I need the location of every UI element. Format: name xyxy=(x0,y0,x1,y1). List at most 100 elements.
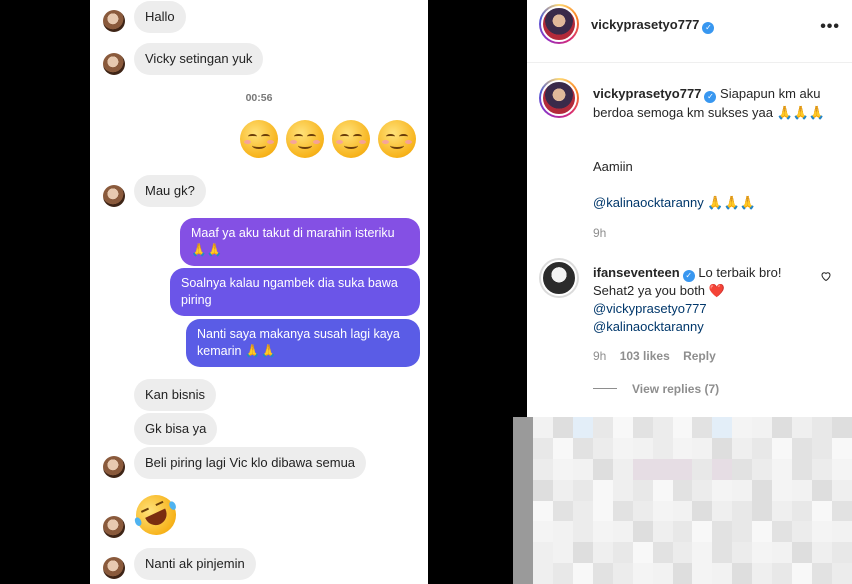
contact-avatar xyxy=(103,516,125,538)
pixel-block xyxy=(612,542,633,564)
outgoing-message: Maaf ya aku takut di marahin isteriku 🙏🙏 xyxy=(180,218,420,266)
comment-mention-1[interactable]: @vickyprasetyo777 xyxy=(593,299,833,318)
pixel-block xyxy=(572,437,593,459)
post-header: vickyprasetyo777 ✓ xyxy=(591,16,715,34)
pixel-block xyxy=(792,458,813,480)
pixel-block xyxy=(712,479,733,501)
pixel-block xyxy=(652,563,673,584)
pixel-block xyxy=(552,437,573,459)
mention-suffix: 🙏🙏🙏 xyxy=(703,195,756,210)
pixelated-region xyxy=(513,417,852,584)
pixel-block xyxy=(513,521,533,543)
caption-avatar[interactable] xyxy=(539,78,579,118)
pixel-block xyxy=(552,521,573,543)
smiling-face-icon xyxy=(240,120,278,158)
outgoing-message: Soalnya kalau ngambek dia suka bawa piri… xyxy=(170,268,420,316)
pixel-block xyxy=(692,542,713,564)
more-options-icon[interactable]: ••• xyxy=(820,18,840,36)
pixel-block xyxy=(612,458,633,480)
pixel-block xyxy=(712,521,733,543)
pixel-block xyxy=(712,458,733,480)
pixel-block xyxy=(632,417,653,438)
pixel-block xyxy=(812,521,833,543)
pixel-block xyxy=(652,437,673,459)
contact-avatar xyxy=(103,557,125,579)
pixel-block xyxy=(672,417,693,438)
smiling-face-icon xyxy=(378,120,416,158)
heart-outline-icon[interactable] xyxy=(820,270,832,282)
pixel-block xyxy=(732,437,753,459)
caption-username[interactable]: vickyprasetyo777 xyxy=(593,86,701,101)
verified-badge-icon: ✓ xyxy=(704,91,717,103)
pixel-block xyxy=(632,563,653,584)
chat-screenshot: Hallo Vicky setingan yuk 00:56 Mau gk? M… xyxy=(90,0,428,584)
pixel-block xyxy=(812,458,833,480)
view-replies-line xyxy=(593,388,617,389)
reply-button[interactable]: Reply xyxy=(683,349,716,363)
pixel-block xyxy=(632,542,653,564)
pixel-block xyxy=(832,500,852,522)
pixel-block xyxy=(552,500,573,522)
pixel-block xyxy=(792,417,813,438)
pixel-block xyxy=(532,479,553,501)
pixel-block xyxy=(592,479,613,501)
pixel-block xyxy=(692,563,713,584)
pixel-block xyxy=(532,500,553,522)
message-bubble: Vicky setingan yuk xyxy=(134,43,264,75)
pixel-block xyxy=(672,542,693,564)
pixel-block xyxy=(592,437,613,459)
pixel-block xyxy=(672,458,693,480)
pixel-block xyxy=(532,563,553,584)
pixel-block xyxy=(552,479,573,501)
pixel-block xyxy=(572,521,593,543)
pixel-block xyxy=(692,479,713,501)
pixel-block xyxy=(592,542,613,564)
mention-link[interactable]: @kalinaocktaranny xyxy=(593,195,704,210)
pixel-block xyxy=(572,563,593,584)
pixel-block xyxy=(652,417,673,438)
pixel-block xyxy=(772,500,793,522)
profile-avatar[interactable] xyxy=(539,4,579,44)
pixel-block xyxy=(612,563,633,584)
comment-username[interactable]: ifanseventeen xyxy=(593,265,680,280)
pixel-block xyxy=(792,437,813,459)
comment-likes[interactable]: 103 likes xyxy=(620,349,670,363)
pixel-block xyxy=(772,479,793,501)
pixel-block xyxy=(513,458,533,480)
pixel-block xyxy=(513,542,533,564)
view-replies-button[interactable]: View replies (7) xyxy=(632,382,719,396)
pixel-block xyxy=(632,479,653,501)
pixel-block xyxy=(513,563,533,584)
pixel-block xyxy=(752,542,773,564)
caption-time: 9h xyxy=(593,226,607,240)
pixel-block xyxy=(812,417,833,438)
message-bubble: Nanti ak pinjemin xyxy=(134,548,256,580)
message-bubble: Gk bisa ya xyxy=(134,413,218,445)
pixel-block xyxy=(672,563,693,584)
pixel-block xyxy=(513,437,533,459)
pixel-block xyxy=(632,458,653,480)
pixel-block xyxy=(732,479,753,501)
commenter-avatar[interactable] xyxy=(539,258,579,298)
pixel-block xyxy=(632,521,653,543)
header-username[interactable]: vickyprasetyo777 xyxy=(591,17,699,32)
pixel-block xyxy=(632,500,653,522)
pixel-block xyxy=(752,417,773,438)
pixel-block xyxy=(732,563,753,584)
caption-mention-line: @kalinaocktaranny 🙏🙏🙏 xyxy=(593,193,833,212)
comment-mention-2[interactable]: @kalinaocktaranny xyxy=(593,317,833,336)
pixel-block xyxy=(732,417,753,438)
caption-line2: Aamiin xyxy=(593,159,633,174)
pixel-block xyxy=(752,458,773,480)
pixel-block xyxy=(532,437,553,459)
pixel-block xyxy=(752,521,773,543)
pixel-block xyxy=(832,521,852,543)
view-replies-label: View replies (7) xyxy=(632,382,720,396)
contact-avatar xyxy=(103,185,125,207)
pixel-block xyxy=(532,542,553,564)
pixel-block xyxy=(772,521,793,543)
pixel-block xyxy=(772,563,793,584)
pixel-block xyxy=(513,417,533,438)
pixel-block xyxy=(672,500,693,522)
pixel-block xyxy=(552,563,573,584)
